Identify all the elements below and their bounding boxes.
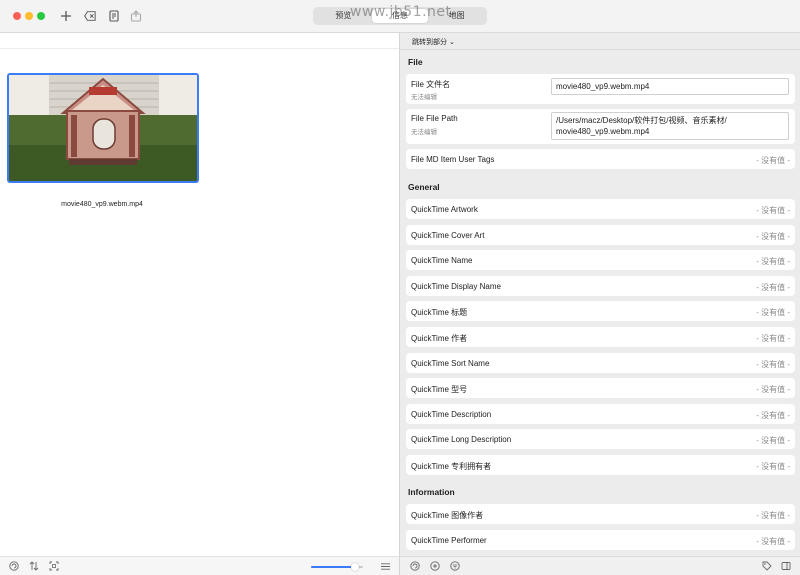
title-bar: 预览 信息 地图 www.jb51.net [0, 0, 800, 33]
row-label: QuickTime 标题 [411, 308, 468, 318]
zoom-window-button[interactable] [37, 12, 45, 20]
tab-map[interactable]: 地图 [428, 9, 485, 23]
row-value: - 没有值 - [756, 385, 790, 395]
tag-icon[interactable] [761, 560, 773, 572]
fit-to-window-icon[interactable] [48, 560, 60, 572]
metadata-row-file-name: File 文件名 无法编辑 movie480_vp9.webm.mp4 [406, 74, 795, 104]
thumbnail-size-slider[interactable] [311, 563, 363, 571]
divider [400, 49, 800, 50]
filter-icon[interactable] [449, 560, 461, 572]
row-value: - 没有值 - [756, 511, 790, 520]
slider-fill [311, 566, 356, 568]
section-title-information: Information [408, 487, 455, 497]
row-label: QuickTime 型号 [411, 385, 468, 395]
jump-to-section-menu[interactable]: 跳转到部分 ⌄ [412, 37, 455, 47]
row-value: - 没有值 - [756, 462, 790, 471]
list-view-icon[interactable] [378, 559, 392, 573]
file-path-line-1: /Users/macz/Desktop/软件打包/视频、音乐素材/ [556, 116, 727, 125]
sort-icon[interactable] [28, 560, 40, 572]
delete-backward-icon[interactable] [82, 8, 98, 24]
slider-knob[interactable] [351, 563, 360, 571]
metadata-row[interactable]: QuickTime 型号 - 没有值 - [406, 378, 795, 399]
row-value: - 没有值 - [756, 436, 790, 446]
metadata-row[interactable]: QuickTime Long Description - 没有值 - [406, 429, 795, 450]
row-value: - 没有值 - [756, 410, 790, 420]
file-path-line-2: movie480_vp9.webm.mp4 [556, 127, 650, 136]
row-value: - 没有值 - [756, 334, 790, 343]
add-metadata-icon[interactable] [429, 560, 441, 572]
row-sublabel: 无法编辑 [411, 94, 437, 101]
row-value: - 没有值 - [756, 536, 790, 546]
minimize-window-button[interactable] [25, 12, 33, 20]
row-value: - 没有值 - [756, 206, 790, 215]
export-icon[interactable] [128, 8, 144, 24]
divider [0, 48, 400, 49]
metadata-row[interactable]: QuickTime 标题 - 没有值 - [406, 301, 795, 322]
metadata-row[interactable]: QuickTime Performer - 没有值 - [406, 529, 795, 550]
row-sublabel: 无法编辑 [411, 129, 437, 136]
section-title-general: General [408, 182, 440, 192]
row-value: - 没有值 - [756, 308, 790, 318]
row-label: QuickTime Sort Name [411, 358, 490, 368]
file-name-field[interactable]: movie480_vp9.webm.mp4 [551, 78, 789, 95]
thumbnail-filename: movie480_vp9.webm.mp4 [61, 201, 143, 208]
left-status-bar [0, 556, 400, 575]
document-info-icon[interactable] [106, 8, 122, 24]
metadata-row[interactable]: QuickTime Sort Name - 没有值 - [406, 352, 795, 373]
metadata-row-file-path: File File Path 无法编辑 /Users/macz/Desktop/… [406, 109, 795, 144]
row-label: QuickTime Artwork [411, 205, 478, 214]
metadata-row[interactable]: QuickTime Description - 没有值 - [406, 403, 795, 424]
row-value: - 没有值 - [756, 156, 790, 165]
tab-preview[interactable]: 预览 [315, 9, 372, 23]
thumbnail-panel: movie480_vp9.webm.mp4 [0, 34, 400, 556]
add-icon[interactable] [58, 8, 74, 24]
row-value: - 没有值 - [756, 359, 790, 369]
row-label: File File Path [411, 114, 458, 123]
row-label: File MD Item User Tags [411, 155, 495, 164]
video-frame-image [9, 75, 197, 181]
tab-info[interactable]: 信息 [371, 9, 429, 23]
metadata-row-user-tags[interactable]: File MD Item User Tags - 没有值 - [406, 149, 795, 169]
view-mode-segmented-control: 预览 信息 地图 [313, 7, 487, 25]
row-label: QuickTime 专利拥有者 [411, 462, 492, 471]
row-value: - 没有值 - [756, 282, 790, 292]
row-label: QuickTime 作者 [411, 334, 468, 343]
row-value: - 没有值 - [756, 257, 790, 267]
metadata-row[interactable]: QuickTime Cover Art - 没有值 - [406, 224, 795, 245]
right-status-bar [400, 556, 800, 575]
metadata-row[interactable]: QuickTime Display Name - 没有值 - [406, 275, 795, 296]
close-window-button[interactable] [13, 12, 21, 20]
rotate-icon[interactable] [8, 560, 20, 572]
metadata-row[interactable]: QuickTime 作者 - 没有值 - [406, 327, 795, 347]
sidebar-toggle-icon[interactable] [780, 560, 792, 572]
row-label: File 文件名 [411, 80, 451, 89]
refresh-icon[interactable] [409, 560, 421, 572]
row-label: QuickTime Cover Art [411, 230, 485, 240]
row-label: QuickTime 图像作者 [411, 511, 484, 520]
row-label: QuickTime Performer [411, 535, 487, 545]
row-label: QuickTime Description [411, 409, 492, 419]
metadata-row[interactable]: QuickTime Artwork - 没有值 - [406, 199, 795, 219]
video-thumbnail[interactable] [7, 73, 199, 183]
row-value: - 没有值 - [756, 231, 790, 241]
file-path-field[interactable]: /Users/macz/Desktop/软件打包/视频、音乐素材/ movie4… [551, 112, 789, 140]
section-title-file: File [408, 57, 423, 67]
metadata-row[interactable]: QuickTime Name - 没有值 - [406, 250, 795, 271]
metadata-row[interactable]: QuickTime 图像作者 - 没有值 - [406, 504, 795, 524]
row-label: QuickTime Display Name [411, 281, 501, 291]
metadata-row[interactable]: QuickTime 专利拥有者 - 没有值 - [406, 455, 795, 475]
row-label: QuickTime Name [411, 256, 473, 266]
row-label: QuickTime Long Description [411, 435, 512, 445]
